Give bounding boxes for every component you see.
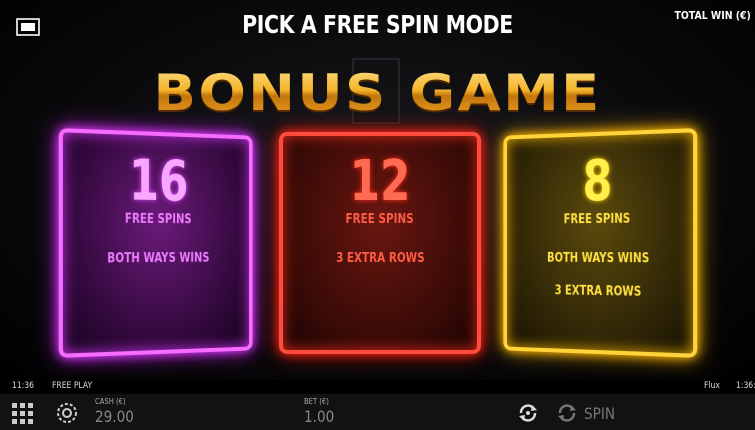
spin-count: 12: [349, 149, 411, 214]
free-spins-label: FREE SPINS: [345, 212, 415, 227]
bet-value: 1.00: [304, 407, 335, 426]
free-spins-label: FREE SPINS: [564, 211, 631, 228]
spin-label: SPIN: [584, 403, 616, 423]
spin-icon: [558, 404, 576, 422]
spin-count: 8: [582, 148, 612, 215]
clock: 11:36: [12, 381, 35, 391]
spin-button[interactable]: SPIN: [556, 400, 621, 426]
total-win-label: TOTAL WIN (€): [674, 9, 751, 22]
settings-icon: [57, 403, 77, 423]
feature-label: 3 EXTRA ROWS: [335, 251, 425, 266]
autoplay-button[interactable]: [517, 402, 539, 424]
mode-card-16-spins[interactable]: 16 FREE SPINS BOTH WAYS WINS: [58, 128, 253, 358]
game-name: Flux: [704, 381, 720, 391]
menu-button[interactable]: [12, 403, 34, 425]
session-timer: 1:36:5: [736, 381, 755, 391]
feature-label: BOTH WAYS WINS: [106, 250, 210, 267]
status-row: 11:36 FREE PLAY Flux 1:36:5: [0, 380, 755, 394]
spin-count: 16: [128, 147, 189, 215]
mode-card-8-spins[interactable]: 8 FREE SPINS BOTH WAYS WINS 3 EXTRA ROWS: [503, 128, 698, 358]
fullscreen-button[interactable]: [14, 16, 42, 38]
feature-label: BOTH WAYS WINS: [546, 250, 650, 267]
game-stage: PICK A FREE SPIN MODE TOTAL WIN (€) BONU…: [0, 0, 755, 380]
free-spins-label: FREE SPINS: [125, 211, 192, 228]
play-mode: FREE PLAY: [52, 381, 93, 391]
page-title: PICK A FREE SPIN MODE: [242, 10, 513, 39]
bonus-title: BONUS GAME: [0, 64, 755, 122]
settings-button[interactable]: [55, 401, 79, 425]
mode-card-12-spins[interactable]: 12 FREE SPINS 3 EXTRA ROWS: [279, 132, 481, 354]
cash-label: CASH (€): [95, 397, 126, 406]
bottom-bar: CASH (€) 29.00 BET (€) 1.00 SPIN: [0, 394, 755, 430]
autoplay-icon: [519, 404, 537, 422]
feature-label: 3 EXTRA ROWS: [554, 283, 641, 300]
fullscreen-icon: [16, 18, 40, 36]
bet-label: BET (€): [304, 397, 329, 406]
cash-value: 29.00: [95, 407, 134, 426]
